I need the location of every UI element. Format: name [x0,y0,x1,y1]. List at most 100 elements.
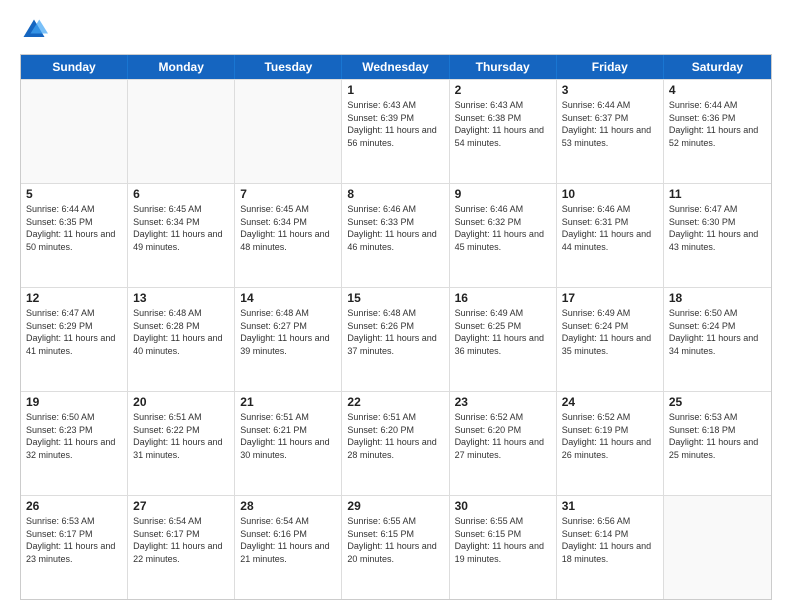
day-cell-30: 30 Sunrise: 6:55 AMSunset: 6:15 PMDayligh… [450,496,557,599]
day-number: 25 [669,395,766,409]
day-cell-5: 5Sunrise: 6:44 AMSunset: 6:35 PMDaylight… [21,184,128,287]
day-info: Sunrise: 6:51 AMSunset: 6:21 PMDaylight:… [240,411,336,461]
day-info: Sunrise: 6:46 AMSunset: 6:33 PMDaylight:… [347,203,443,253]
empty-cell [21,80,128,183]
calendar-row-4: 26 Sunrise: 6:53 AMSunset: 6:17 PMDayligh… [21,495,771,599]
header-day-friday: Friday [557,55,664,79]
page: SundayMondayTuesdayWednesdayThursdayFrid… [0,0,792,612]
calendar-row-1: 5Sunrise: 6:44 AMSunset: 6:35 PMDaylight… [21,183,771,287]
day-number: 12 [26,291,122,305]
day-cell-10: 10Sunrise: 6:46 AMSunset: 6:31 PMDayligh… [557,184,664,287]
day-info: Sunrise: 6:44 AMSunset: 6:35 PMDaylight:… [26,203,122,253]
day-info: Sunrise: 6:49 AMSunset: 6:24 PMDaylight:… [562,307,658,357]
day-cell-22: 22 Sunrise: 6:51 AMSunset: 6:20 PMDayligh… [342,392,449,495]
day-number: 4 [669,83,766,97]
empty-cell [664,496,771,599]
calendar-row-3: 19 Sunrise: 6:50 AMSunset: 6:23 PMDayligh… [21,391,771,495]
day-number: 6 [133,187,229,201]
header-day-sunday: Sunday [21,55,128,79]
day-info: Sunrise: 6:51 AMSunset: 6:22 PMDaylight:… [133,411,229,461]
day-number: 17 [562,291,658,305]
day-number: 14 [240,291,336,305]
calendar-header: SundayMondayTuesdayWednesdayThursdayFrid… [21,55,771,79]
day-cell-11: 11 Sunrise: 6:47 AMSunset: 6:30 PMDayligh… [664,184,771,287]
day-cell-2: 2 Sunrise: 6:43 AMSunset: 6:38 PMDaylight… [450,80,557,183]
day-number: 11 [669,187,766,201]
day-info: Sunrise: 6:49 AMSunset: 6:25 PMDaylight:… [455,307,551,357]
day-cell-7: 7Sunrise: 6:45 AMSunset: 6:34 PMDaylight… [235,184,342,287]
day-info: Sunrise: 6:55 AMSunset: 6:15 PMDaylight:… [455,515,551,565]
day-cell-20: 20Sunrise: 6:51 AMSunset: 6:22 PMDayligh… [128,392,235,495]
day-cell-27: 27 Sunrise: 6:54 AMSunset: 6:17 PMDayligh… [128,496,235,599]
header [20,16,772,44]
header-day-saturday: Saturday [664,55,771,79]
day-number: 26 [26,499,122,513]
day-cell-14: 14Sunrise: 6:48 AMSunset: 6:27 PMDayligh… [235,288,342,391]
day-info: Sunrise: 6:52 AMSunset: 6:20 PMDaylight:… [455,411,551,461]
calendar-body: 1 Sunrise: 6:43 AMSunset: 6:39 PMDaylight… [21,79,771,599]
day-cell-15: 15 Sunrise: 6:48 AMSunset: 6:26 PMDayligh… [342,288,449,391]
day-number: 2 [455,83,551,97]
day-info: Sunrise: 6:51 AMSunset: 6:20 PMDaylight:… [347,411,443,461]
day-info: Sunrise: 6:50 AMSunset: 6:23 PMDaylight:… [26,411,122,461]
day-cell-24: 24Sunrise: 6:52 AMSunset: 6:19 PMDayligh… [557,392,664,495]
day-number: 15 [347,291,443,305]
day-number: 3 [562,83,658,97]
day-cell-28: 28 Sunrise: 6:54 AMSunset: 6:16 PMDayligh… [235,496,342,599]
day-number: 8 [347,187,443,201]
calendar-row-2: 12 Sunrise: 6:47 AMSunset: 6:29 PMDayligh… [21,287,771,391]
day-number: 29 [347,499,443,513]
day-cell-8: 8 Sunrise: 6:46 AMSunset: 6:33 PMDaylight… [342,184,449,287]
logo-icon [20,16,48,44]
day-cell-16: 16 Sunrise: 6:49 AMSunset: 6:25 PMDayligh… [450,288,557,391]
day-number: 9 [455,187,551,201]
calendar: SundayMondayTuesdayWednesdayThursdayFrid… [20,54,772,600]
day-info: Sunrise: 6:48 AMSunset: 6:28 PMDaylight:… [133,307,229,357]
day-info: Sunrise: 6:54 AMSunset: 6:16 PMDaylight:… [240,515,336,565]
day-number: 30 [455,499,551,513]
logo [20,16,52,44]
day-number: 28 [240,499,336,513]
day-info: Sunrise: 6:56 AMSunset: 6:14 PMDaylight:… [562,515,658,565]
day-cell-3: 3 Sunrise: 6:44 AMSunset: 6:37 PMDaylight… [557,80,664,183]
day-info: Sunrise: 6:43 AMSunset: 6:39 PMDaylight:… [347,99,443,149]
day-number: 19 [26,395,122,409]
day-cell-12: 12 Sunrise: 6:47 AMSunset: 6:29 PMDayligh… [21,288,128,391]
day-number: 23 [455,395,551,409]
header-day-monday: Monday [128,55,235,79]
header-day-tuesday: Tuesday [235,55,342,79]
day-cell-19: 19 Sunrise: 6:50 AMSunset: 6:23 PMDayligh… [21,392,128,495]
day-info: Sunrise: 6:53 AMSunset: 6:17 PMDaylight:… [26,515,122,565]
calendar-row-0: 1 Sunrise: 6:43 AMSunset: 6:39 PMDaylight… [21,79,771,183]
day-info: Sunrise: 6:55 AMSunset: 6:15 PMDaylight:… [347,515,443,565]
day-info: Sunrise: 6:47 AMSunset: 6:29 PMDaylight:… [26,307,122,357]
day-info: Sunrise: 6:43 AMSunset: 6:38 PMDaylight:… [455,99,551,149]
day-number: 16 [455,291,551,305]
day-cell-1: 1 Sunrise: 6:43 AMSunset: 6:39 PMDaylight… [342,80,449,183]
day-number: 10 [562,187,658,201]
day-cell-9: 9 Sunrise: 6:46 AMSunset: 6:32 PMDaylight… [450,184,557,287]
day-number: 18 [669,291,766,305]
day-info: Sunrise: 6:44 AMSunset: 6:36 PMDaylight:… [669,99,766,149]
day-info: Sunrise: 6:54 AMSunset: 6:17 PMDaylight:… [133,515,229,565]
day-number: 13 [133,291,229,305]
day-cell-6: 6 Sunrise: 6:45 AMSunset: 6:34 PMDaylight… [128,184,235,287]
day-info: Sunrise: 6:48 AMSunset: 6:26 PMDaylight:… [347,307,443,357]
day-info: Sunrise: 6:52 AMSunset: 6:19 PMDaylight:… [562,411,658,461]
empty-cell [235,80,342,183]
day-info: Sunrise: 6:46 AMSunset: 6:32 PMDaylight:… [455,203,551,253]
day-info: Sunrise: 6:44 AMSunset: 6:37 PMDaylight:… [562,99,658,149]
day-cell-23: 23 Sunrise: 6:52 AMSunset: 6:20 PMDayligh… [450,392,557,495]
day-number: 31 [562,499,658,513]
header-day-thursday: Thursday [450,55,557,79]
day-cell-4: 4 Sunrise: 6:44 AMSunset: 6:36 PMDaylight… [664,80,771,183]
day-info: Sunrise: 6:50 AMSunset: 6:24 PMDaylight:… [669,307,766,357]
day-number: 27 [133,499,229,513]
day-number: 1 [347,83,443,97]
day-number: 21 [240,395,336,409]
day-info: Sunrise: 6:45 AMSunset: 6:34 PMDaylight:… [133,203,229,253]
day-number: 22 [347,395,443,409]
day-info: Sunrise: 6:47 AMSunset: 6:30 PMDaylight:… [669,203,766,253]
day-cell-21: 21 Sunrise: 6:51 AMSunset: 6:21 PMDayligh… [235,392,342,495]
day-cell-26: 26 Sunrise: 6:53 AMSunset: 6:17 PMDayligh… [21,496,128,599]
